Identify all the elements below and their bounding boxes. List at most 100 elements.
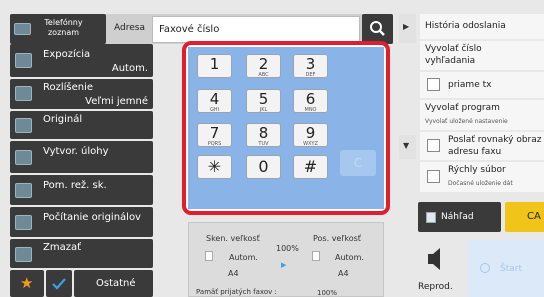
- address-input[interactable]: Faxové číslo: [152, 16, 360, 43]
- key-1[interactable]: 1: [197, 54, 232, 78]
- key-letters: GHI: [209, 107, 220, 113]
- same-image-label: Poslať rovnaký obraz ako adresu faxu: [448, 135, 544, 157]
- send-size-label: Pos. veľkosť: [313, 234, 361, 243]
- star-icon: ★: [20, 274, 34, 292]
- preview-button[interactable]: Náhľad: [418, 202, 501, 232]
- key-0[interactable]: 0: [246, 155, 281, 179]
- preview-icon: [426, 212, 436, 223]
- quick-file-label: Rýchly súbor: [448, 165, 506, 175]
- key-hash[interactable]: #: [293, 155, 328, 179]
- key-digit: 1: [209, 55, 220, 73]
- check-button[interactable]: [46, 270, 72, 297]
- same-image-checkbox[interactable]: [427, 139, 440, 152]
- key-letters: DEF: [305, 72, 316, 78]
- others-button[interactable]: Ostatné: [74, 270, 153, 297]
- quick-file-option[interactable]: Rýchly súbor Dočasné uloženie dát: [420, 162, 544, 192]
- erase-button[interactable]: Zmazať: [10, 239, 153, 268]
- key-digit: 4: [209, 90, 220, 108]
- clear-label: C: [353, 156, 363, 170]
- phonebook-label: Telefónny zoznam: [44, 18, 83, 37]
- key-letters: MNO: [304, 107, 317, 113]
- history-label: História odoslania: [425, 21, 506, 31]
- direct-tx-checkbox[interactable]: [427, 78, 440, 91]
- recall-program-sub: Vyvolať uložené nastavenie: [425, 118, 508, 125]
- playback-label: Reprod.: [418, 282, 453, 292]
- start-button[interactable]: Štart: [468, 240, 544, 297]
- pause-icon: ✳: [207, 157, 222, 176]
- direct-tx-option[interactable]: priame tx: [420, 72, 544, 98]
- key-7[interactable]: 7 PQRS: [197, 123, 232, 147]
- scan-paper: A4: [228, 269, 239, 278]
- key-letters: WXYZ: [303, 141, 318, 147]
- same-image-option[interactable]: Poslať rovnaký obraz ako adresu faxu: [420, 132, 544, 160]
- history-button[interactable]: História odoslania: [420, 14, 544, 39]
- key-3[interactable]: 3 DEF: [293, 54, 328, 78]
- key-9[interactable]: 9 WXYZ: [293, 123, 328, 147]
- favorites-button[interactable]: ★: [10, 270, 44, 297]
- send-paper: A4: [338, 269, 349, 278]
- exposure-button[interactable]: Expozícia Autom.: [10, 44, 153, 77]
- key-letters: TUV: [258, 141, 269, 147]
- key-digit: 0: [258, 157, 269, 176]
- key-digit: 2: [258, 55, 269, 73]
- recall-number-button[interactable]: Vyvolať číslo vyhľadania: [420, 41, 544, 70]
- phonebook-button[interactable]: Telefónny zoznam: [10, 14, 106, 44]
- original-button[interactable]: Originál: [10, 111, 153, 139]
- direct-tx-label: priame tx: [448, 80, 492, 90]
- collapse-icon: ▶: [403, 22, 410, 31]
- start-label: Štart: [500, 264, 522, 274]
- playback-button[interactable]: Reprod.: [418, 240, 456, 297]
- recall-program-label: Vyvolať program: [425, 103, 500, 113]
- create-job-button[interactable]: Vytvor. úlohy: [10, 141, 153, 173]
- arrow-right-icon: ▶: [281, 261, 287, 269]
- start-icon: [480, 263, 490, 273]
- memory-value: 100%: [317, 289, 338, 297]
- key-4[interactable]: 4 GHI: [197, 89, 232, 113]
- paper-icon: [312, 251, 320, 261]
- resolution-value: Veľmi jemné: [85, 96, 148, 107]
- paper-icon: [205, 251, 213, 261]
- scroll-down-button[interactable]: ▼: [399, 135, 416, 159]
- clear-button[interactable]: C: [340, 150, 376, 176]
- quick-file-checkbox[interactable]: [427, 170, 440, 183]
- original-label: Originál: [43, 114, 83, 125]
- special-mode-label: Pom. rež. sk.: [43, 180, 107, 191]
- create-job-label: Vytvor. úlohy: [43, 146, 109, 157]
- exposure-icon: [15, 53, 32, 68]
- key-digit: 8: [258, 124, 269, 142]
- key-pause[interactable]: ✳: [197, 155, 232, 179]
- recall-number-label: Vyvolať číslo vyhľadania: [425, 44, 482, 66]
- key-digit: 3: [305, 55, 316, 73]
- key-letters: PQRS: [207, 141, 222, 147]
- phonebook-icon: [14, 23, 31, 35]
- key-2[interactable]: 2 ABC: [246, 54, 281, 78]
- original-icon: [15, 118, 32, 133]
- preview-label: Náhľad: [441, 212, 474, 222]
- memory-label: Pamäť prijatých faxov :: [196, 288, 277, 296]
- recall-program-button[interactable]: Vyvolať program Vyvolať uložené nastaven…: [420, 100, 544, 130]
- ratio-value: 100%: [276, 244, 299, 253]
- special-mode-icon: [15, 183, 32, 198]
- scan-size-value: Autom.: [229, 253, 258, 262]
- key-letters: JKL: [259, 107, 268, 113]
- count-originals-button[interactable]: Počítanie originálov: [10, 207, 153, 237]
- key-digit: 9: [305, 124, 316, 142]
- key-digit: 6: [305, 90, 316, 108]
- scan-size-label: Sken. veľkosť: [206, 234, 260, 243]
- right-panel-toggle[interactable]: ▶: [399, 14, 416, 43]
- ca-label: CA: [527, 211, 541, 222]
- resolution-icon: [15, 86, 32, 101]
- address-label: Adresa: [114, 23, 145, 33]
- send-size-value: Autom.: [335, 253, 364, 262]
- key-8[interactable]: 8 TUV: [246, 123, 281, 147]
- erase-label: Zmazať: [43, 242, 82, 253]
- ca-button[interactable]: CA: [505, 202, 544, 232]
- key-6[interactable]: 6 MNO: [293, 89, 328, 113]
- search-button[interactable]: [362, 14, 393, 44]
- resolution-button[interactable]: Rozlíšenie Veľmi jemné: [10, 79, 153, 109]
- key-digit: #: [303, 157, 318, 176]
- create-job-icon: [15, 150, 32, 165]
- key-letters: ABC: [258, 72, 269, 78]
- special-mode-button[interactable]: Pom. rež. sk.: [10, 175, 153, 205]
- key-5[interactable]: 5 JKL: [246, 89, 281, 113]
